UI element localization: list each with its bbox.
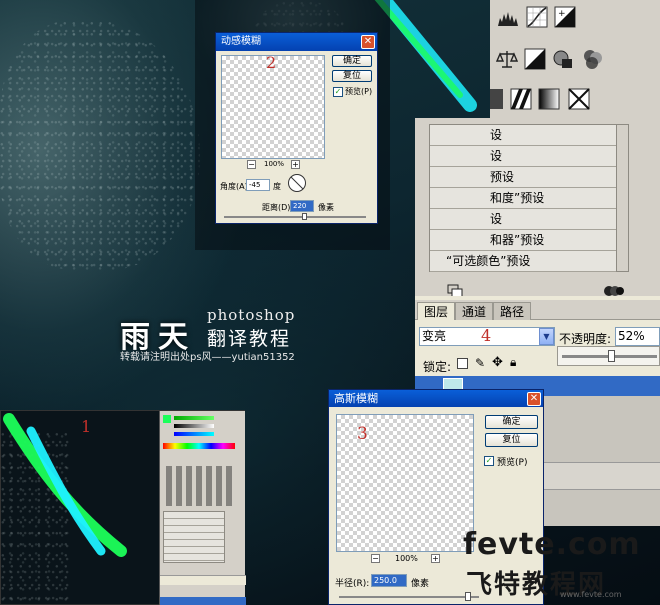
inset-ps-panel	[159, 411, 246, 605]
gaussian-blur-ok-button[interactable]: 确定	[485, 415, 538, 429]
gaussian-blur-title: 高斯模糊	[334, 392, 378, 405]
opacity-input[interactable]: 52%	[615, 327, 660, 346]
motion-blur-preview-label: 预览(P)	[345, 87, 373, 96]
layers-tabbar: 图层 通道 路径	[415, 300, 660, 320]
inset-presets-list	[163, 511, 225, 563]
preset-item-5[interactable]: 设	[430, 209, 616, 230]
blend-mode-dropdown-button[interactable]: ▼	[539, 328, 554, 345]
inset-layers-strip	[160, 575, 246, 585]
gradient-map-icon[interactable]	[538, 88, 560, 110]
inset-spectrum	[163, 443, 235, 449]
repost-note: 转载请注明出处ps风——yutian51352	[120, 352, 295, 363]
radius-unit: 像素	[411, 579, 430, 589]
threshold-icon[interactable]	[510, 88, 532, 110]
lock-transparency-icon[interactable]	[457, 358, 468, 369]
exposure-icon[interactable]: +	[554, 6, 576, 28]
black-white-icon[interactable]	[524, 48, 546, 70]
step-number-1: 1	[81, 417, 92, 436]
angle-input[interactable]: -45	[246, 179, 270, 191]
step-number-4: 4	[481, 326, 492, 345]
curves-icon[interactable]	[526, 6, 548, 28]
preset-item-6[interactable]: 和器”预设	[430, 230, 616, 251]
gaussian-blur-titlebar[interactable]: 高斯模糊 ✕	[329, 390, 543, 407]
step-number-2: 2	[266, 53, 277, 72]
distance-slider-track[interactable]	[224, 216, 366, 218]
presets-scrollbar[interactable]	[616, 125, 628, 271]
photo-filter-icon[interactable]	[552, 48, 574, 70]
tab-paths[interactable]: 路径	[493, 302, 532, 320]
distance-input[interactable]: 220	[290, 200, 314, 212]
opacity-label: 不透明度:	[559, 332, 612, 346]
site-logo: fevte.com	[463, 527, 641, 562]
lock-brush-icon[interactable]: ✎	[475, 356, 485, 370]
lock-all-icon[interactable]: 🔒︎	[510, 355, 516, 370]
close-icon[interactable]: ✕	[527, 392, 541, 406]
distance-unit: 像素	[318, 203, 334, 212]
layers-panel: 图层 通道 路径 变亮 ▼ 4 不透明度: 52% 锁定: ✎ ✥ 🔒︎	[415, 296, 660, 396]
radius-slider-track[interactable]	[339, 596, 479, 598]
zoom-out-button[interactable]: −	[247, 160, 256, 169]
channel-mixer-icon[interactable]	[582, 48, 604, 70]
tab-layers[interactable]: 图层	[417, 302, 456, 320]
angle-dial[interactable]	[287, 173, 307, 193]
step-number-3: 3	[357, 424, 368, 444]
distance-slider-thumb[interactable]	[302, 213, 307, 220]
presets-panel: 设 设 预设 和度”预设 设 和器”预设 ▶ “可选颜色”预设	[415, 118, 660, 298]
balance-icon[interactable]	[496, 48, 518, 70]
radius-label: 半径(R):	[335, 579, 370, 589]
gaussian-blur-reset-button[interactable]: 复位	[485, 433, 538, 447]
brand-subtitle: 翻译教程	[207, 328, 292, 350]
motion-blur-title: 动感模糊	[221, 36, 261, 47]
distance-label: 距离(D):	[262, 203, 294, 212]
motion-blur-titlebar[interactable]: 动感模糊 ✕	[216, 33, 377, 51]
adjustments-panel: +	[490, 0, 660, 118]
preset-item-3[interactable]: 预设	[430, 167, 616, 188]
inset-layer-selected	[160, 597, 246, 605]
gaussian-blur-zoom-value: 100%	[395, 554, 418, 563]
motion-blur-preview-checkbox[interactable]: ✓	[333, 87, 343, 97]
inset-color-slider-2	[174, 424, 214, 428]
posterize-icon[interactable]	[490, 88, 504, 110]
zoom-in-button[interactable]: +	[291, 160, 300, 169]
gaussian-blur-preview-checkbox[interactable]: ✓	[484, 456, 494, 466]
zoom-in-button[interactable]: +	[431, 554, 440, 563]
presets-list: 设 设 预设 和度”预设 设 和器”预设 ▶ “可选颜色”预设	[429, 124, 629, 272]
gaussian-side-strip	[544, 462, 660, 490]
preset-item-1[interactable]: 设	[430, 125, 616, 146]
preset-item-2[interactable]: 设	[430, 146, 616, 167]
radius-input[interactable]: 250.0	[371, 574, 407, 587]
inset-color-swatch	[163, 415, 171, 423]
inset-color-slider-1	[174, 416, 214, 420]
close-icon[interactable]: ✕	[361, 35, 375, 49]
inset-neon-streaks	[3, 413, 127, 557]
motion-blur-zoom-value: 100%	[264, 160, 285, 168]
site-url-small: www.fevte.com	[560, 590, 622, 599]
motion-blur-reset-button[interactable]: 复位	[332, 70, 372, 82]
svg-text:+: +	[558, 9, 566, 19]
motion-blur-dialog: 动感模糊 ✕ 2 确定 复位 ✓ 预览(P) − 100% + 角度(A): -…	[215, 32, 378, 224]
blend-mode-value: 变亮	[422, 329, 447, 343]
motion-blur-ok-button[interactable]: 确定	[332, 55, 372, 67]
gaussian-blur-preview-label: 预览(P)	[497, 458, 528, 468]
inset-adjustments-icons	[166, 466, 236, 506]
inset-step1: 1	[0, 410, 246, 605]
chevron-down-icon: ▼	[543, 332, 550, 341]
opacity-slider-panel	[557, 346, 660, 366]
preset-item-7[interactable]: “可选颜色”预设	[430, 251, 616, 272]
gaussian-side-panel	[544, 396, 660, 526]
levels-icon[interactable]	[496, 6, 520, 28]
tab-channels[interactable]: 通道	[455, 302, 494, 320]
lock-move-icon[interactable]: ✥	[492, 355, 503, 370]
inset-color-slider-3	[174, 432, 214, 436]
zoom-out-button[interactable]: −	[371, 554, 380, 563]
lock-label: 锁定:	[423, 360, 452, 374]
selective-color-icon[interactable]	[568, 88, 590, 110]
preset-item-4[interactable]: 和度”预设	[430, 188, 616, 209]
opacity-slider-thumb[interactable]	[608, 350, 616, 362]
brand-en: photoshop	[207, 306, 296, 324]
angle-unit: 度	[273, 182, 281, 191]
